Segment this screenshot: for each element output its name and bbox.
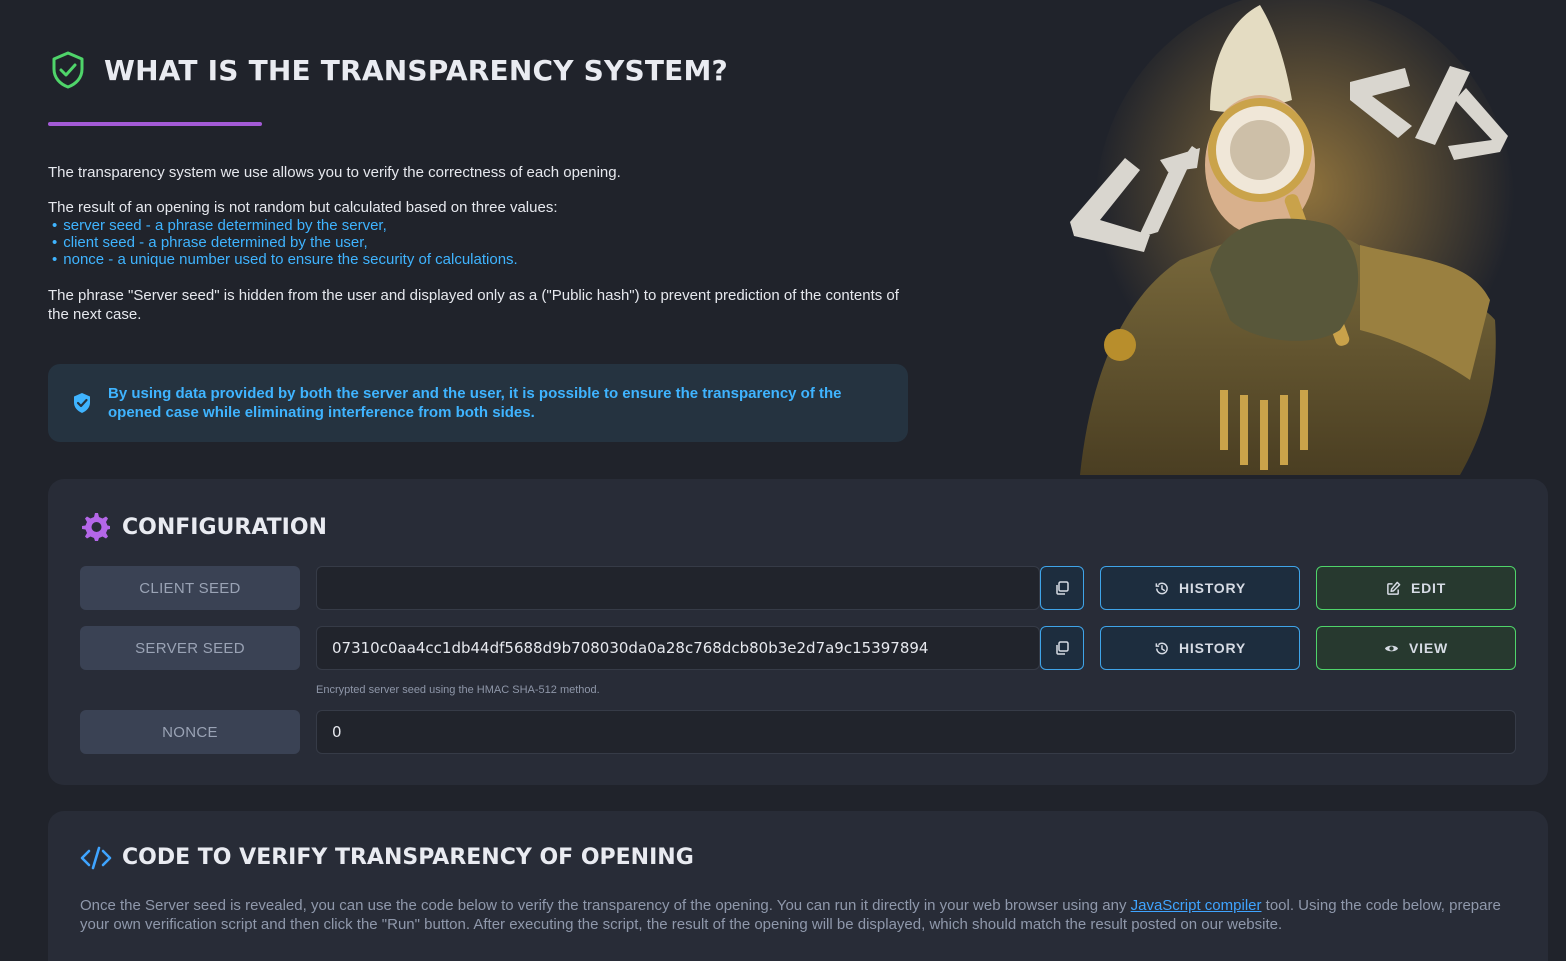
history-button-label: HISTORY	[1178, 640, 1247, 656]
server-seed-history-button[interactable]: HISTORY	[1100, 626, 1300, 670]
nonce-label: NONCE	[80, 710, 300, 754]
edit-client-seed-button[interactable]: EDIT	[1316, 566, 1516, 610]
info-box: By using data provided by both the serve…	[48, 364, 908, 442]
client-seed-input[interactable]	[316, 566, 1040, 610]
edit-button-label: EDIT	[1410, 580, 1447, 596]
detective-character-illustration	[1070, 0, 1515, 475]
title-underline	[48, 122, 262, 126]
server-seed-hint: Encrypted server seed using the HMAC SHA…	[316, 684, 600, 696]
history-icon	[1155, 582, 1168, 594]
nonce-input[interactable]: 0	[316, 710, 1516, 754]
server-seed-label: SERVER SEED	[80, 626, 300, 670]
copy-server-seed-button[interactable]	[1040, 626, 1084, 670]
code-header: CODE TO VERIFY TRANSPARENCY OF OPENING	[80, 845, 694, 870]
history-button-label: HISTORY	[1178, 580, 1247, 596]
view-button-label: VIEW	[1409, 640, 1448, 656]
edit-icon	[1387, 581, 1401, 595]
code-icon	[80, 846, 112, 869]
info-text: By using data provided by both the serve…	[108, 385, 842, 421]
javascript-compiler-link[interactable]: JavaScript compiler	[1131, 897, 1262, 914]
verification-code-panel: CODE TO VERIFY TRANSPARENCY OF OPENING O…	[48, 811, 1548, 961]
configuration-header: CONFIGURATION	[80, 511, 327, 543]
copy-icon	[1056, 581, 1069, 595]
gear-icon	[82, 513, 110, 541]
values-list: server seed - a phrase determined by the…	[52, 217, 908, 268]
list-item: nonce - a unique number used to ensure t…	[52, 251, 908, 268]
history-icon	[1155, 642, 1168, 654]
view-server-seed-button[interactable]: VIEW	[1316, 626, 1516, 670]
result-text: The result of an opening is not random b…	[48, 199, 558, 216]
page-title: WHAT IS THE TRANSPARENCY SYSTEM?	[104, 53, 728, 87]
hero-description: The transparency system we use allows yo…	[48, 163, 908, 324]
copy-client-seed-button[interactable]	[1040, 566, 1084, 610]
server-seed-input[interactable]: 07310c0aa4cc1db44df5688d9b708030da0a28c7…	[316, 626, 1040, 670]
hidden-note-text: The phrase "Server seed" is hidden from …	[48, 287, 899, 323]
list-item: server seed - a phrase determined by the…	[52, 217, 908, 234]
hero-header: WHAT IS THE TRANSPARENCY SYSTEM?	[48, 50, 728, 90]
client-seed-history-button[interactable]: HISTORY	[1100, 566, 1300, 610]
client-seed-label: CLIENT SEED	[80, 566, 300, 610]
code-description: Once the Server seed is revealed, you ca…	[80, 896, 1520, 934]
shield-check-icon	[52, 51, 84, 89]
code-title: CODE TO VERIFY TRANSPARENCY OF OPENING	[122, 845, 694, 870]
eye-icon	[1384, 645, 1399, 651]
configuration-title: CONFIGURATION	[122, 514, 327, 540]
code-description-start: Once the Server seed is revealed, you ca…	[80, 897, 1131, 914]
intro-text: The transparency system we use allows yo…	[48, 164, 621, 181]
copy-icon	[1056, 641, 1069, 655]
shield-check-icon	[74, 393, 90, 413]
list-item: client seed - a phrase determined by the…	[52, 234, 908, 251]
configuration-panel: CONFIGURATION CLIENT SEED HISTORY EDIT S…	[48, 479, 1548, 785]
